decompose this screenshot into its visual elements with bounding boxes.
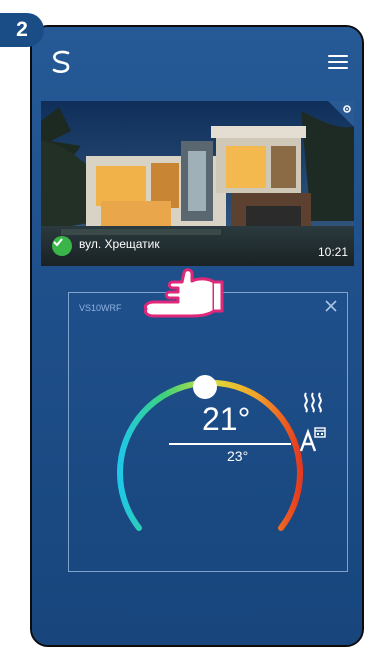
house-time: 10:21 [317, 245, 348, 259]
thermostat-card[interactable]: VS10WRF 21° 23° [68, 292, 348, 572]
set-temperature: 23° [227, 448, 249, 464]
house-address: вул. Хрещатик [79, 237, 160, 251]
heating-waves-icon[interactable] [302, 391, 324, 413]
settings-tab[interactable] [328, 101, 354, 127]
house-card[interactable]: вул. Хрещатик 10:21 [41, 101, 354, 266]
pointing-hand-icon [144, 268, 224, 318]
gear-icon[interactable] [328, 101, 354, 127]
step-number: 2 [16, 18, 28, 41]
temperature-divider [169, 443, 291, 445]
phone-frame: вул. Хрещатик 10:21 VS10WRF 21° 23° [30, 25, 364, 647]
s-logo-icon[interactable] [48, 49, 74, 75]
top-bar [32, 27, 362, 97]
dial-knob[interactable] [193, 375, 217, 399]
current-temperature: 21° [202, 401, 251, 437]
auto-schedule-icon[interactable] [299, 427, 327, 453]
check-circle-icon [52, 236, 72, 256]
step-badge: 2 [0, 13, 44, 47]
hamburger-menu-icon[interactable] [328, 55, 348, 69]
